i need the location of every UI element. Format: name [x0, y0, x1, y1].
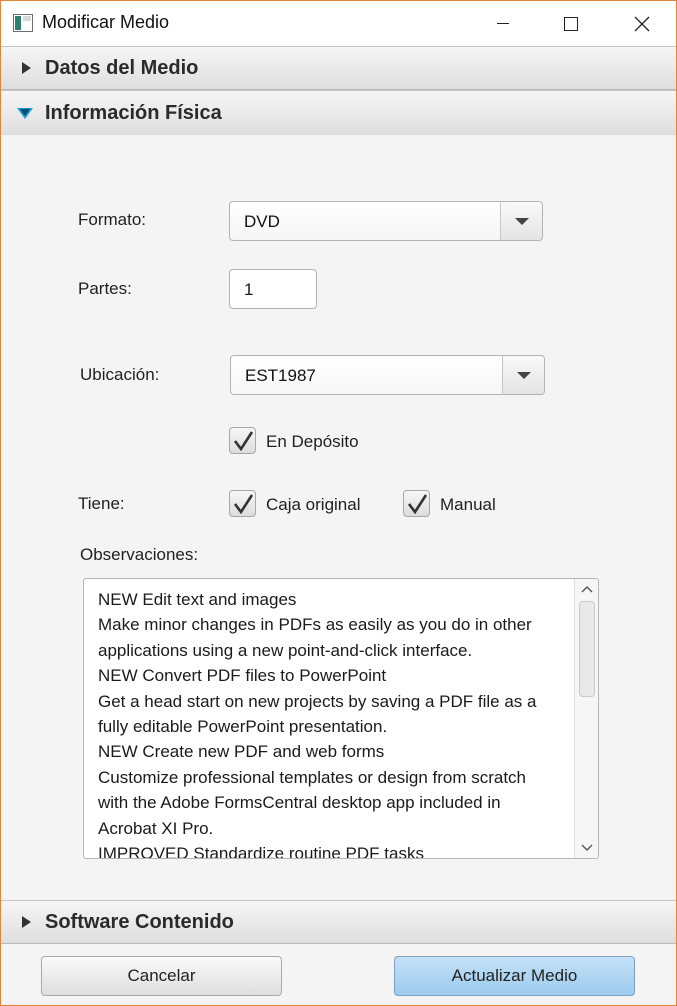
formato-dropdown-button[interactable] — [500, 202, 542, 240]
formato-label: Formato: — [78, 210, 147, 229]
observaciones-text: NEW Edit text and images Make minor chan… — [98, 587, 568, 859]
partes-field[interactable]: 1 — [229, 269, 317, 309]
checkmark-icon — [407, 494, 428, 515]
accordion-title: Software Contenido — [45, 910, 234, 933]
app-icon — [13, 14, 33, 32]
scroll-thumb[interactable] — [579, 601, 595, 697]
text-line: NEW Create new PDF and web forms — [98, 742, 385, 762]
maximize-icon — [564, 16, 578, 31]
collapse-arrow-icon — [17, 107, 33, 119]
caja-original-checkbox[interactable] — [229, 490, 256, 517]
text-line: NEW Convert PDF files to PowerPoint — [98, 666, 387, 686]
dialog-window: Modificar Medio Datos del Medio Informac… — [0, 0, 677, 1006]
accordion-header-informacion-fisica[interactable]: Información Física — [1, 90, 676, 136]
expand-arrow-icon — [22, 916, 31, 928]
checkmark-icon — [233, 431, 254, 452]
maximize-button[interactable] — [548, 1, 594, 46]
caja-original-label: Caja original — [266, 495, 361, 514]
chevron-down-icon — [517, 372, 531, 379]
text-line: Acrobat XI Pro. — [98, 818, 214, 838]
manual-checkbox[interactable] — [403, 490, 430, 517]
text-line: NEW Edit text and images — [98, 590, 297, 609]
text-line: Get a head start on new projects by savi… — [98, 691, 537, 711]
text-line: IMPROVED Standardize routine PDF tasks — [98, 844, 424, 859]
expand-arrow-icon — [22, 62, 31, 74]
ubicacion-label: Ubicación: — [80, 365, 160, 384]
minimize-icon — [497, 23, 509, 24]
formato-value: DVD — [244, 212, 280, 231]
chevron-down-icon — [515, 218, 529, 225]
text-line: Make minor changes in PDFs as easily as … — [98, 615, 532, 635]
text-line: fully editable PowerPoint presentation. — [98, 717, 388, 737]
manual-label: Manual — [440, 495, 496, 514]
title-bar[interactable]: Modificar Medio — [1, 1, 676, 46]
observaciones-textarea[interactable]: NEW Edit text and images Make minor chan… — [83, 578, 599, 859]
scroll-up-button[interactable] — [580, 582, 594, 596]
window-title: Modificar Medio — [42, 12, 170, 32]
en-deposito-label: En Depósito — [266, 432, 359, 451]
ubicacion-dropdown-button[interactable] — [502, 356, 544, 394]
update-button[interactable]: Actualizar Medio — [394, 956, 635, 996]
partes-label: Partes: — [78, 279, 132, 298]
accordion-title: Información Física — [45, 101, 222, 124]
partes-value: 1 — [244, 280, 254, 299]
close-icon — [634, 16, 650, 31]
checkmark-icon — [233, 494, 254, 515]
informacion-fisica-panel: Formato: DVD Partes: 1 Ubicación: EST198… — [1, 135, 676, 900]
ubicacion-value: EST1987 — [245, 366, 316, 385]
minimize-button[interactable] — [480, 1, 526, 46]
accordion-header-software-contenido[interactable]: Software Contenido — [1, 900, 676, 944]
text-line: Customize professional templates or desi… — [98, 767, 527, 787]
tiene-label: Tiene: — [78, 494, 125, 513]
ubicacion-combobox[interactable]: EST1987 — [230, 355, 545, 395]
text-line: applications using a new point-and-click… — [98, 640, 473, 660]
en-deposito-checkbox[interactable] — [229, 427, 256, 454]
observaciones-label: Observaciones: — [80, 545, 199, 564]
accordion-title: Datos del Medio — [45, 56, 199, 79]
vertical-scrollbar[interactable] — [574, 579, 598, 858]
cancel-button[interactable]: Cancelar — [41, 956, 282, 996]
accordion-header-datos-del-medio[interactable]: Datos del Medio — [1, 46, 676, 90]
close-button[interactable] — [619, 1, 665, 46]
formato-combobox[interactable]: DVD — [229, 201, 543, 241]
text-line: with the Adobe FormsCentral desktop app … — [98, 793, 501, 813]
scroll-down-button[interactable] — [580, 841, 594, 855]
chevron-up-icon — [581, 586, 593, 593]
chevron-down-icon — [581, 844, 593, 851]
